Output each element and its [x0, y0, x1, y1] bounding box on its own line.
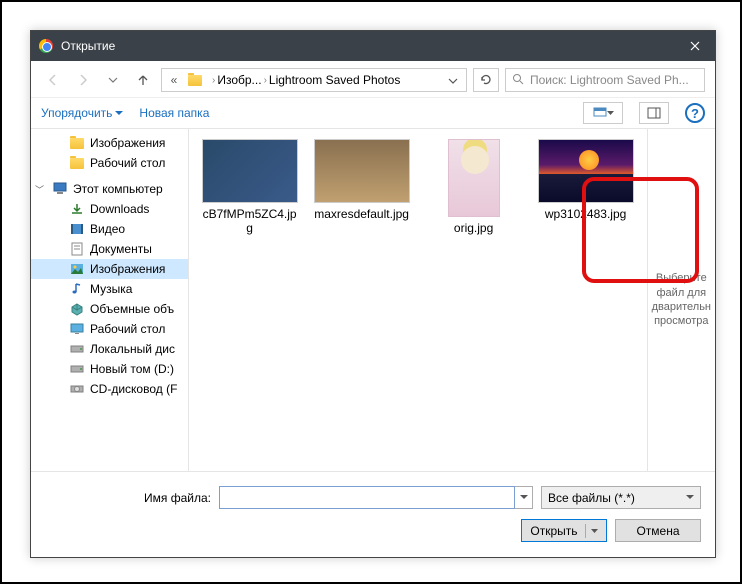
breadcrumb[interactable]: « › Изобр... › Lightroom Saved Photos [161, 68, 467, 92]
file-item[interactable]: cB7fMPm5ZC4.jpg [199, 139, 301, 236]
sidebar-item-images[interactable]: Изображения [31, 259, 188, 279]
drive-icon [69, 362, 85, 376]
cancel-button[interactable]: Отмена [615, 519, 701, 542]
search-icon [512, 73, 524, 88]
file-thumbnail [538, 139, 634, 203]
open-button[interactable]: Открыть [521, 519, 607, 542]
chevron-right-icon: › [264, 75, 267, 86]
titlebar: Открытие [31, 31, 715, 61]
sidebar-item-label: Новый том (D:) [90, 362, 174, 376]
file-thumbnail [448, 139, 500, 217]
search-placeholder: Поиск: Lightroom Saved Ph... [530, 73, 689, 87]
sidebar-item-label: Рабочий стол [90, 322, 165, 336]
video-icon [69, 222, 85, 236]
sidebar-item-drive[interactable]: Новый том (D:) [31, 359, 188, 379]
sidebar-item-label: CD-дисковод (F [90, 382, 177, 396]
music-icon [69, 282, 85, 296]
file-name-label: cB7fMPm5ZC4.jpg [200, 207, 300, 236]
organize-button[interactable]: Упорядочить [41, 106, 123, 120]
dialog-body: Изображения Рабочий стол ﹀ Этот компьютер Do… [31, 129, 715, 471]
new-folder-button[interactable]: Новая папка [139, 106, 209, 120]
file-thumbnail [202, 139, 298, 203]
file-name-label: wp3102483.jpg [545, 207, 626, 221]
sidebar-item-drive[interactable]: Локальный дис [31, 339, 188, 359]
sidebar-item-label: Изображения [90, 136, 165, 150]
pc-icon [52, 182, 68, 196]
folder-icon [188, 73, 206, 87]
sidebar-item-video[interactable]: Видео [31, 219, 188, 239]
folder-icon [69, 136, 85, 150]
refresh-button[interactable] [473, 68, 499, 92]
file-name-label: maxresdefault.jpg [314, 207, 409, 221]
filter-select[interactable]: Все файлы (*.*) [541, 486, 701, 509]
close-button[interactable] [675, 31, 715, 61]
filename-input[interactable] [219, 486, 515, 509]
sidebar-item-pc[interactable]: ﹀ Этот компьютер [31, 179, 188, 199]
desktop-icon [69, 322, 85, 336]
file-list[interactable]: cB7fMPm5ZC4.jpg maxresdefault.jpg orig.jpg… [189, 129, 647, 471]
sidebar-item-cd[interactable]: CD-дисковод (F [31, 379, 188, 399]
breadcrumb-dropdown[interactable] [442, 73, 464, 87]
sidebar-item-3d[interactable]: Объемные объ [31, 299, 188, 319]
sidebar: Изображения Рабочий стол ﹀ Этот компьютер Do… [31, 129, 189, 471]
images-icon [69, 262, 85, 276]
chevron-right-icon: › [212, 75, 215, 86]
sidebar-item-folder[interactable]: Рабочий стол [31, 153, 188, 173]
navbar: « › Изобр... › Lightroom Saved Photos По… [31, 61, 715, 97]
window-title: Открытие [61, 39, 675, 53]
file-item[interactable]: maxresdefault.jpg [311, 139, 413, 221]
search-input[interactable]: Поиск: Lightroom Saved Ph... [505, 68, 705, 92]
nav-back-button[interactable] [41, 68, 65, 92]
nav-recent-button[interactable] [101, 68, 125, 92]
sidebar-item-label: Изображения [90, 262, 165, 276]
sidebar-item-desktop[interactable]: Рабочий стол [31, 319, 188, 339]
folder-icon [69, 156, 85, 170]
breadcrumb-part[interactable]: Изобр... [217, 73, 261, 87]
filename-dropdown[interactable] [515, 486, 533, 509]
sidebar-item-music[interactable]: Музыка [31, 279, 188, 299]
breadcrumb-root-icon: « [164, 73, 184, 87]
file-open-dialog: Открытие « › Изобр... › Lightroom Saved … [30, 30, 716, 558]
downloads-icon [69, 202, 85, 216]
bottom-panel: Имя файла: Все файлы (*.*) Открыть Отмен… [31, 471, 715, 556]
sidebar-item-label: Объемные объ [90, 302, 174, 316]
file-thumbnail [314, 139, 410, 203]
file-name-label: orig.jpg [454, 221, 493, 235]
toolbar: Упорядочить Новая папка ? [31, 97, 715, 129]
sidebar-item-label: Музыка [90, 282, 132, 296]
sidebar-item-label: Downloads [90, 202, 149, 216]
docs-icon [69, 242, 85, 256]
sidebar-item-docs[interactable]: Документы [31, 239, 188, 259]
chrome-icon [39, 39, 53, 53]
breadcrumb-part[interactable]: Lightroom Saved Photos [269, 73, 400, 87]
sidebar-item-label: Локальный дис [90, 342, 175, 356]
sidebar-item-label: Видео [90, 222, 125, 236]
cd-icon [69, 382, 85, 396]
sidebar-item-label: Документы [90, 242, 152, 256]
nav-up-button[interactable] [131, 68, 155, 92]
file-item[interactable]: orig.jpg [423, 139, 525, 235]
view-mode-button[interactable] [583, 102, 623, 124]
3d-icon [69, 302, 85, 316]
preview-pane-button[interactable] [639, 102, 669, 124]
sidebar-item-label: Этот компьютер [73, 182, 163, 196]
help-button[interactable]: ? [685, 103, 705, 123]
file-item[interactable]: wp3102483.jpg [535, 139, 637, 221]
sidebar-item-folder[interactable]: Изображения [31, 133, 188, 153]
preview-pane: Выберите файл для дварительн просмотра [647, 129, 715, 471]
expand-icon[interactable]: ﹀ [35, 183, 47, 196]
sidebar-item-label: Рабочий стол [90, 156, 165, 170]
drive-icon [69, 342, 85, 356]
sidebar-item-downloads[interactable]: Downloads [31, 199, 188, 219]
filename-label: Имя файла: [71, 491, 211, 505]
nav-forward-button[interactable] [71, 68, 95, 92]
